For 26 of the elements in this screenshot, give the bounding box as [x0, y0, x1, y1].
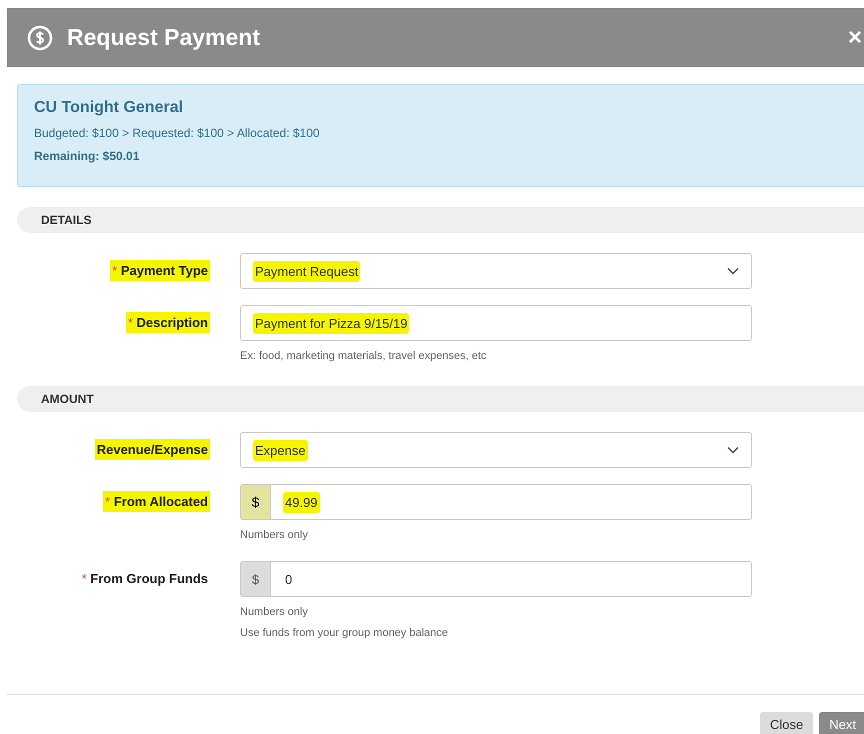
budget-summary: Budgeted: $100 > Requested: $100 > Allocated: $100 — [34, 126, 321, 140]
text-field[interactable]: Payment for Pizza 9/15/19 — [240, 305, 752, 341]
field-label: Revenue/Expense — [94, 439, 210, 460]
help-text: Ex: food, marketing materials, travel expenses, etc — [240, 350, 488, 362]
dialog-title: Request Payment — [67, 24, 262, 51]
budget-name: CU Tonight General — [34, 99, 184, 117]
currency-prefix: $ — [240, 561, 270, 597]
chevron-down-icon — [727, 267, 739, 275]
help-text: Use funds from your group money balance — [240, 627, 449, 639]
close-dialog-button[interactable]: Close — [760, 712, 814, 734]
remaining-amount: Remaining: $50.01 — [34, 149, 140, 163]
section-header: DETAILS — [17, 207, 864, 233]
field-label: * Payment Type — [110, 260, 210, 281]
chevron-down-icon — [727, 446, 739, 454]
dollar-circle-icon — [27, 24, 53, 50]
help-text: Numbers only — [240, 529, 309, 541]
field-label: * From Group Funds — [80, 570, 209, 588]
amount-field[interactable]: 0 — [270, 561, 752, 597]
dropdown-field[interactable]: Payment Request — [240, 253, 752, 289]
amount-field[interactable]: 49.99 — [270, 484, 752, 520]
help-text: Numbers only — [240, 606, 309, 618]
currency-prefix: $ — [240, 484, 270, 520]
field-label: * From Allocated — [103, 491, 210, 512]
dropdown-field[interactable]: Expense — [240, 432, 752, 468]
section-header: AMOUNT — [17, 386, 864, 412]
field-label: * Description — [126, 312, 210, 333]
